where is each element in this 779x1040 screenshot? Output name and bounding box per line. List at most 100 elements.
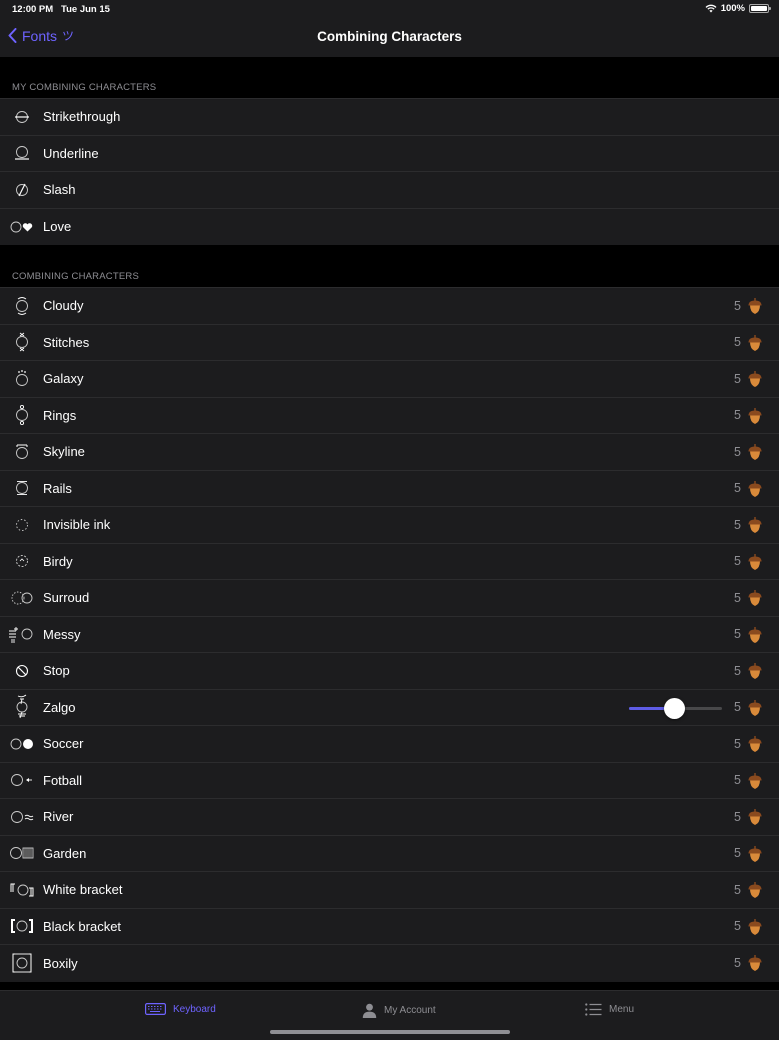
birdy-icon	[7, 549, 37, 573]
acorn-icon	[748, 736, 762, 752]
keyboard-icon	[145, 1003, 166, 1015]
section-header-all: COMBINING CHARACTERS	[12, 271, 139, 282]
acorn-icon	[748, 955, 762, 971]
list-item[interactable]: Boxily 5	[0, 945, 779, 982]
tab-label: My Account	[384, 1005, 436, 1016]
tab-my-account[interactable]: My Account	[362, 1003, 436, 1018]
list-item[interactable]: Skyline 5	[0, 434, 779, 471]
item-label: Strikethrough	[43, 109, 121, 125]
item-cost: 5	[734, 846, 741, 861]
page-title: Combining Characters	[317, 29, 462, 44]
list-item[interactable]: Strikethrough	[0, 99, 779, 136]
boxily-icon	[7, 951, 37, 975]
item-cost: 5	[734, 882, 741, 897]
cloudy-icon	[7, 294, 37, 318]
battery-percent: 100%	[720, 3, 745, 14]
item-label: White bracket	[43, 882, 123, 898]
list-item[interactable]: Stitches 5	[0, 325, 779, 361]
item-cost: 5	[734, 517, 741, 532]
acorn-icon	[748, 553, 762, 570]
list-item[interactable]: Messy 5	[0, 617, 779, 653]
item-cost: 5	[734, 298, 741, 313]
rings-icon	[7, 403, 37, 427]
item-label: Birdy	[43, 553, 73, 569]
strikethrough-icon	[7, 105, 37, 129]
list-item[interactable]: Birdy 5	[0, 544, 779, 580]
list-item[interactable]: Galaxy 5	[0, 361, 779, 398]
list-item[interactable]: Black bracket 5	[0, 909, 779, 945]
soccer-icon	[7, 732, 37, 756]
item-cost: 5	[734, 590, 741, 605]
item-cost: 5	[734, 371, 741, 386]
item-label: Zalgo	[43, 699, 76, 715]
nav-bar: Fonts ツ Combining Characters	[0, 18, 779, 57]
item-label: Soccer	[43, 736, 84, 752]
list-item[interactable]: Slash	[0, 172, 779, 209]
zalgo-intensity-slider[interactable]	[629, 690, 722, 726]
item-label: Invisible ink	[43, 517, 111, 533]
item-label: Galaxy	[43, 371, 84, 387]
item-cost: 5	[734, 919, 741, 934]
my-characters-list: Strikethrough Underline Slash Love	[0, 98, 779, 245]
acorn-icon	[748, 699, 762, 716]
list-item[interactable]: White bracket 5	[0, 872, 779, 909]
list-item[interactable]: Fotball 5	[0, 763, 779, 799]
rails-icon	[7, 476, 37, 500]
messy-icon	[7, 622, 37, 646]
item-label: River	[43, 809, 74, 825]
list-item[interactable]: Rings 5	[0, 398, 779, 434]
list-item[interactable]: Garden 5	[0, 836, 779, 872]
galaxy-icon	[7, 367, 37, 391]
tab-menu[interactable]: Menu	[585, 1003, 634, 1016]
list-item[interactable]: Stop 5	[0, 653, 779, 690]
acorn-icon	[748, 918, 762, 935]
acorn-icon	[748, 407, 762, 424]
invisible-ink-icon	[7, 513, 37, 537]
slash-icon	[7, 178, 37, 202]
garden-icon	[7, 841, 37, 865]
surround-icon	[7, 586, 37, 610]
slider-thumb[interactable]	[664, 697, 685, 719]
menu-icon	[585, 1003, 602, 1016]
acorn-icon	[748, 298, 762, 314]
item-label: Fotball	[43, 772, 83, 788]
acorn-icon	[748, 480, 762, 497]
acorn-icon	[748, 845, 762, 862]
list-item[interactable]: Surroud 5	[0, 580, 779, 617]
combining-characters-list: Cloudy 5 Stitches 5 Galaxy 5 Rings 5 Sky…	[0, 287, 779, 982]
list-item[interactable]: Soccer 5	[0, 726, 779, 763]
list-item[interactable]: Underline	[0, 136, 779, 172]
item-cost: 5	[734, 444, 741, 459]
item-cost: 5	[734, 627, 741, 642]
list-item[interactable]: Cloudy 5	[0, 288, 779, 325]
item-cost: 5	[734, 335, 741, 350]
list-item[interactable]: Zalgo 5	[0, 690, 779, 726]
item-cost: 5	[734, 554, 741, 569]
football-icon	[7, 768, 37, 792]
item-cost: 5	[734, 773, 741, 788]
skyline-icon	[7, 440, 37, 464]
item-cost: 5	[734, 663, 741, 678]
list-item[interactable]: River 5	[0, 799, 779, 836]
item-label: Love	[43, 219, 72, 235]
list-item[interactable]: Invisible ink 5	[0, 507, 779, 544]
list-item[interactable]: Rails 5	[0, 471, 779, 507]
item-label: Stitches	[43, 334, 90, 350]
item-label: Cloudy	[43, 298, 84, 314]
tab-label: Keyboard	[173, 1003, 216, 1015]
item-label: Boxily	[43, 955, 78, 971]
river-icon	[7, 805, 37, 829]
person-icon	[362, 1003, 377, 1018]
tab-keyboard[interactable]: Keyboard	[145, 1003, 216, 1015]
home-indicator	[270, 1030, 510, 1034]
battery-icon	[749, 4, 771, 13]
acorn-icon	[748, 809, 762, 825]
status-right: 100%	[705, 3, 771, 14]
acorn-icon	[748, 517, 762, 533]
acorn-icon	[748, 772, 762, 789]
list-item[interactable]: Love	[0, 209, 779, 246]
item-cost: 5	[734, 700, 741, 715]
item-label: Black bracket	[43, 918, 122, 934]
section-header-my: MY COMBINING CHARACTERS	[12, 82, 157, 93]
item-cost: 5	[734, 408, 741, 423]
